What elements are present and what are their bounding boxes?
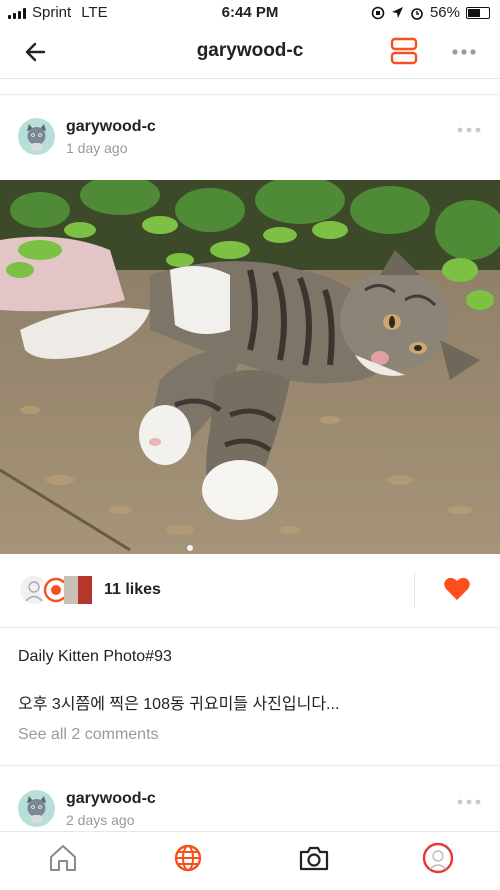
alarm-icon: [411, 7, 423, 20]
post-photo[interactable]: [0, 180, 500, 554]
caption-title: Daily Kitten Photo#93: [18, 648, 172, 665]
location-icon: [391, 7, 403, 18]
post-time: 1 day ago: [66, 140, 128, 156]
cat-avatar-icon: [27, 796, 46, 823]
likes-row: 11 likes: [0, 568, 500, 614]
likes-count[interactable]: 11 likes: [104, 581, 161, 599]
divider: [0, 765, 500, 766]
more-horizontal-icon[interactable]: [456, 796, 482, 808]
status-bar: Sprint LTE 6:44 PM 56%: [0, 0, 500, 26]
kitten-photo: [0, 180, 500, 554]
more-horizontal-icon[interactable]: [456, 124, 482, 136]
cat-avatar-icon: [27, 124, 46, 151]
avatar[interactable]: [18, 118, 55, 155]
post-header: garywood-c 1 day ago: [0, 118, 500, 178]
globe-icon[interactable]: [172, 842, 204, 874]
photo-avatar-icon: [64, 576, 92, 604]
camera-icon[interactable]: [298, 842, 330, 874]
screen-lock-icon: [371, 6, 385, 19]
battery-percent: 56%: [429, 4, 460, 21]
post-time: 2 days ago: [66, 812, 135, 828]
battery-icon: [466, 6, 490, 19]
status-right: 56%: [371, 4, 490, 21]
profile-icon[interactable]: [422, 842, 454, 874]
divider: [0, 94, 500, 95]
tab-bar: [0, 831, 500, 890]
post-author[interactable]: garywood-c: [66, 790, 156, 808]
more-horizontal-icon[interactable]: [450, 38, 478, 66]
see-all-comments-link[interactable]: See all 2 comments: [18, 726, 159, 744]
navbar: garywood-c: [0, 26, 500, 79]
post-author[interactable]: garywood-c: [66, 118, 156, 136]
page-title: garywood-c: [196, 40, 304, 61]
divider: [414, 572, 415, 608]
avatar[interactable]: [18, 790, 55, 827]
liker-avatar[interactable]: [62, 574, 94, 606]
heart-icon[interactable]: [443, 576, 471, 602]
divider: [0, 627, 500, 628]
home-icon[interactable]: [47, 842, 79, 874]
layout-rows-icon[interactable]: [390, 37, 418, 65]
caption-text: 오후 3시쯤에 찍은 108동 귀요미들 사진입니다...: [18, 696, 340, 713]
